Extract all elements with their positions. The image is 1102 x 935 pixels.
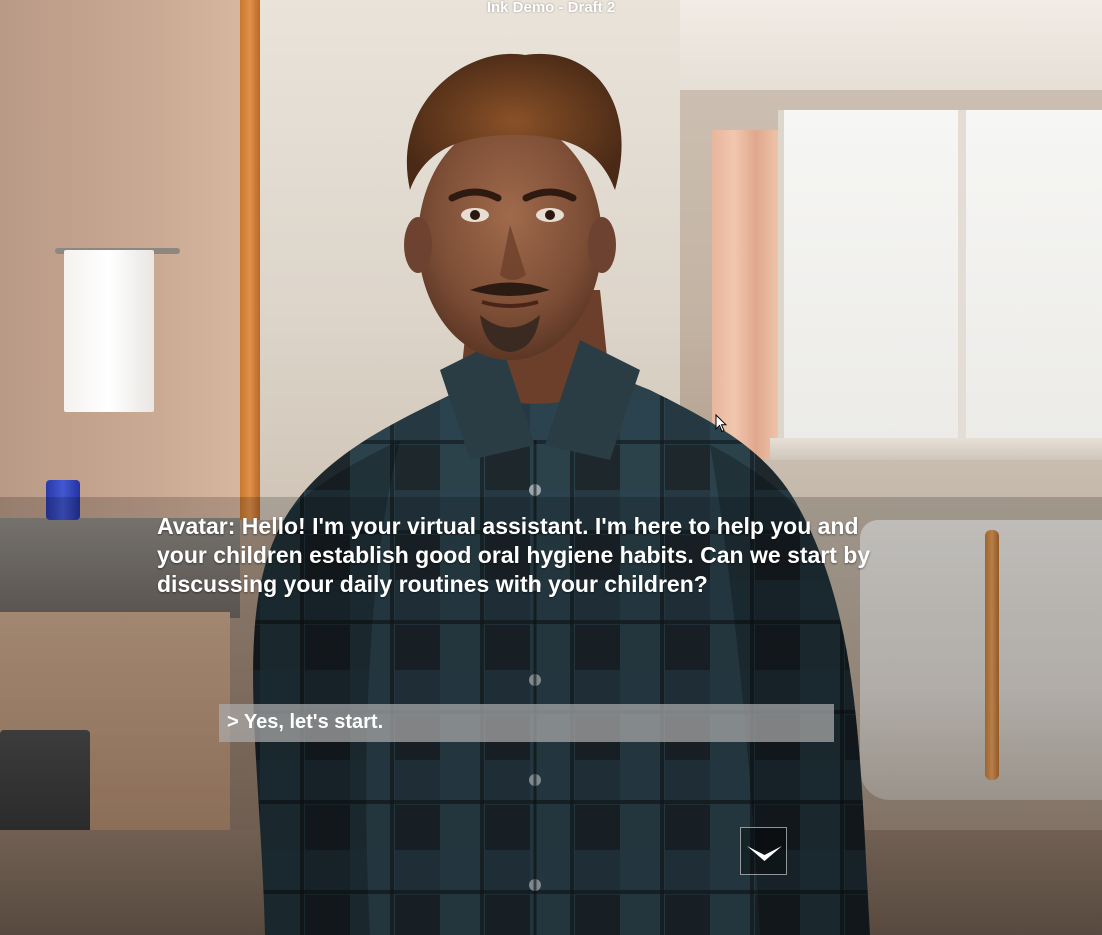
window-title: Ink Demo - Draft 2 xyxy=(486,0,616,16)
chevron-down-icon xyxy=(747,846,782,861)
window-mullion xyxy=(958,110,966,440)
continue-button[interactable] xyxy=(740,827,787,875)
mouse-cursor-icon xyxy=(715,414,727,433)
dialog-line: Avatar: Hello! I'm your virtual assistan… xyxy=(157,513,871,597)
towel xyxy=(64,250,154,412)
choice-button-yes[interactable]: > Yes, let's start. xyxy=(219,704,834,742)
